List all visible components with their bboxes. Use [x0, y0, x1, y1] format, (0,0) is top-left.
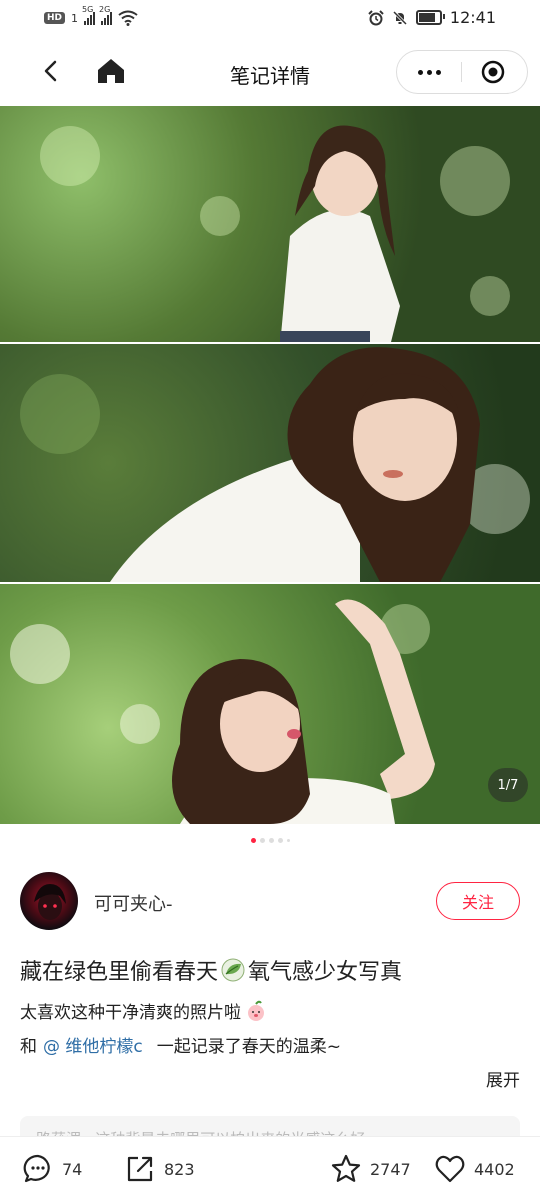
comment-button[interactable]: 74	[22, 1153, 82, 1185]
photo-girl-leaning	[0, 344, 540, 582]
note-body-suffix: 一起记录了春天的温柔~	[156, 1037, 342, 1057]
pager-dot	[277, 838, 283, 843]
bottom-action-bar: 74 823 2747 4402	[0, 1136, 540, 1201]
nav-bar: 笔记详情	[0, 40, 540, 106]
share-count: 823	[164, 1159, 195, 1179]
avatar[interactable]	[20, 872, 78, 930]
expand-button[interactable]: 展开	[486, 1066, 520, 1091]
status-left: HD 1 5G 2G	[44, 5, 138, 26]
mention-link[interactable]: @ 维他柠檬c	[43, 1037, 143, 1057]
leaf-emoji-icon	[221, 958, 245, 982]
note-body-prefix: 和	[20, 1037, 37, 1057]
note-title-part1: 藏在绿色里偷看春天	[20, 960, 219, 985]
share-icon	[127, 1156, 153, 1182]
mini-program-capsule	[396, 50, 528, 94]
follow-button[interactable]: 关注	[436, 882, 520, 920]
wifi-icon	[118, 10, 138, 26]
more-dots-icon[interactable]	[397, 51, 461, 93]
status-time: 12:41	[449, 8, 496, 27]
star-button[interactable]: 2747	[330, 1153, 411, 1185]
photo-girl-standing	[0, 106, 540, 342]
note-body-text1: 太喜欢这种干净清爽的照片啦	[20, 1003, 241, 1023]
alarm-icon	[368, 9, 384, 25]
hd-badge: HD	[44, 12, 66, 24]
battery-icon	[415, 10, 445, 25]
mute-icon	[392, 10, 407, 25]
star-icon	[331, 1154, 361, 1182]
pager-dot	[268, 838, 274, 843]
star-count: 2747	[370, 1159, 411, 1179]
target-icon[interactable]	[481, 60, 505, 84]
status-bar: HD 1 5G 2G 12:41	[0, 0, 540, 40]
share-button[interactable]: 823	[124, 1153, 195, 1185]
sim-badge: 1	[71, 11, 79, 25]
signal-icon: 5G	[82, 5, 96, 25]
note-body-line2: 和 @ 维他柠檬c 一起记录了春天的温柔~	[20, 1032, 341, 1057]
peach-emoji-icon	[248, 1000, 264, 1021]
photo-girl-arm-raised	[0, 584, 540, 824]
heart-icon	[435, 1155, 465, 1183]
author-name[interactable]: 可可夹心-	[94, 890, 173, 916]
status-right: 12:41	[368, 8, 496, 27]
note-title: 藏在绿色里偷看春天 氧气感少女写真	[20, 954, 402, 986]
pager-dot	[259, 838, 265, 843]
comment-count: 74	[62, 1159, 83, 1179]
photo-gallery[interactable]	[0, 106, 540, 824]
pager-dot	[286, 839, 290, 842]
author-row: 可可夹心- 关注	[20, 872, 520, 930]
capsule-divider	[461, 62, 462, 82]
comment-icon	[23, 1154, 50, 1183]
signal-icon-2: 2G	[99, 5, 113, 25]
pager-dot-active	[250, 838, 256, 843]
image-counter: 1/7	[488, 768, 528, 802]
like-count: 4402	[474, 1159, 515, 1179]
pager-dots	[0, 838, 540, 843]
like-button[interactable]: 4402	[434, 1153, 515, 1185]
note-title-part2: 氧气感少女写真	[248, 960, 403, 985]
note-body-line1: 太喜欢这种干净清爽的照片啦	[20, 998, 267, 1023]
